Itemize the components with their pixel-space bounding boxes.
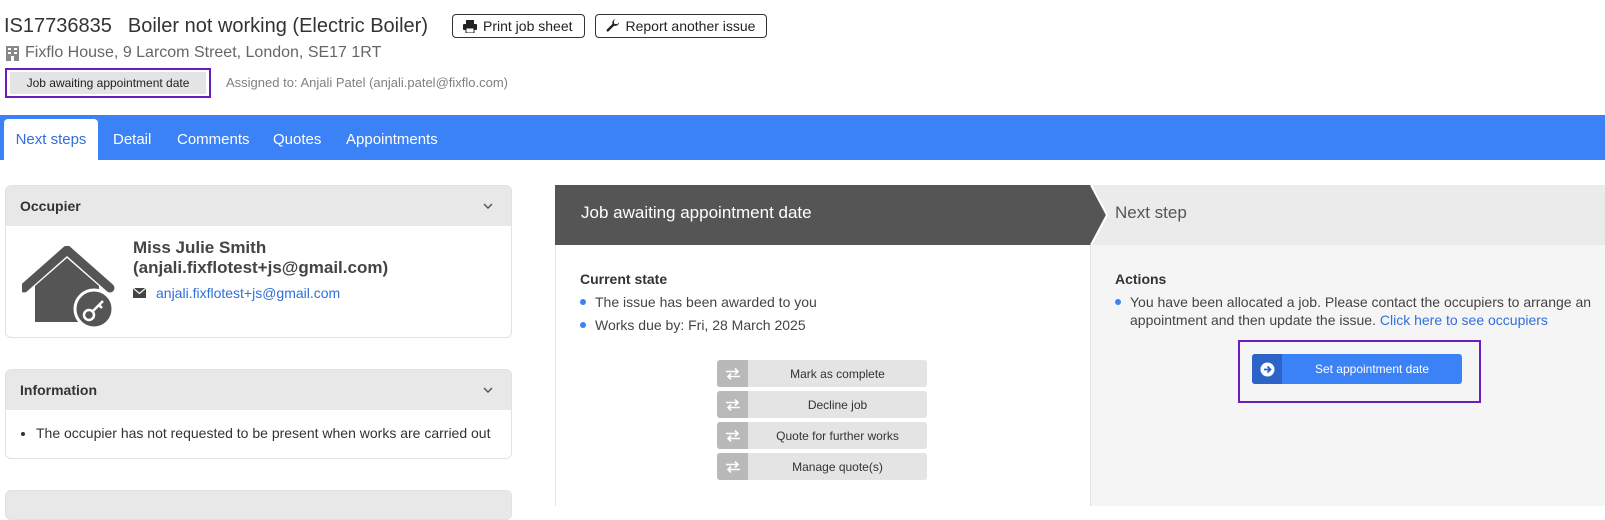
- information-card-header[interactable]: Information: [6, 370, 511, 410]
- actions-list: You have been allocated a job. Please co…: [1115, 293, 1597, 334]
- occupier-email-row: anjali.fixflotest+js@gmail.com: [133, 285, 340, 301]
- tab-next-steps[interactable]: Next steps: [4, 119, 98, 160]
- tab-bar: Next steps Detail Comments Quotes Appoin…: [0, 115, 1605, 160]
- current-state-item: Works due by: Fri, 28 March 2025: [580, 316, 817, 334]
- status-badge: Job awaiting appointment date: [10, 72, 206, 94]
- job-id: IS17736835: [4, 14, 112, 37]
- information-title: Information: [20, 382, 97, 398]
- occupier-name: Miss Julie Smith (anjali.fixflotest+js@g…: [133, 238, 388, 278]
- workflow-panel: Job awaiting appointment date Next step …: [555, 185, 1605, 506]
- swap-arrows-icon: [717, 453, 748, 480]
- swap-arrows-icon: [717, 391, 748, 418]
- current-state-text: Works due by: Fri, 28 March 2025: [595, 317, 806, 333]
- address-text: Fixflo House, 9 Larcom Street, London, S…: [25, 44, 382, 61]
- report-another-issue-label: Report another issue: [625, 18, 756, 34]
- quote-for-further-works-button[interactable]: Quote for further works: [717, 422, 927, 449]
- actions-title: Actions: [1115, 271, 1167, 287]
- action-button-group: Mark as complete Decline job Quote for f…: [717, 360, 927, 484]
- occupier-card: Occupier Miss Julie Smith (anjali.fixflo…: [5, 185, 512, 338]
- set-appointment-date-button[interactable]: Set appointment date: [1252, 354, 1462, 384]
- house-key-icon: [22, 246, 115, 328]
- mark-as-complete-label: Mark as complete: [790, 366, 885, 381]
- report-another-issue-button[interactable]: Report another issue: [594, 14, 768, 38]
- status-highlight: Job awaiting appointment date: [5, 68, 211, 98]
- job-title-row: IS17736835 Boiler not working (Electric …: [4, 12, 768, 40]
- swap-arrows-icon: [717, 360, 748, 387]
- information-card: Information The occupier has not request…: [5, 369, 512, 459]
- set-appointment-date-label: Set appointment date: [1314, 362, 1430, 376]
- occupier-body: Miss Julie Smith (anjali.fixflotest+js@g…: [6, 226, 511, 337]
- manage-quotes-button[interactable]: Manage quote(s): [717, 453, 927, 480]
- information-body: The occupier has not requested to be pre…: [6, 410, 511, 441]
- current-state-list: The issue has been awarded to you Works …: [580, 293, 817, 339]
- arrow-circle-right-icon: [1252, 354, 1282, 384]
- occupier-card-header[interactable]: Occupier: [6, 186, 511, 226]
- occupier-email-link[interactable]: anjali.fixflotest+js@gmail.com: [156, 285, 340, 301]
- tab-appointments[interactable]: Appointments: [346, 119, 438, 160]
- information-item: The occupier has not requested to be pre…: [36, 425, 511, 441]
- current-state-item: The issue has been awarded to you: [580, 293, 817, 311]
- envelope-icon: [133, 288, 146, 298]
- tab-quotes[interactable]: Quotes: [273, 119, 321, 160]
- print-job-sheet-button[interactable]: Print job sheet: [452, 14, 585, 38]
- swap-arrows-icon: [717, 422, 748, 449]
- see-occupiers-link[interactable]: Click here to see occupiers: [1380, 312, 1548, 328]
- information-list: The occupier has not requested to be pre…: [18, 425, 511, 441]
- quote-for-further-works-label: Quote for further works: [776, 428, 899, 443]
- occupier-name-line2: (anjali.fixflotest+js@gmail.com): [133, 258, 389, 277]
- decline-job-button[interactable]: Decline job: [717, 391, 927, 418]
- current-state-text: The issue has been awarded to you: [595, 294, 817, 310]
- job-header: IS17736835 Boiler not working (Electric …: [0, 0, 1605, 115]
- building-icon: [6, 45, 19, 61]
- chevron-down-icon: [483, 387, 493, 393]
- assigned-to: Assigned to: Anjali Patel (anjali.patel@…: [226, 75, 509, 90]
- job-title: Boiler not working (Electric Boiler): [127, 14, 428, 37]
- next-step-heading: Next step: [1115, 203, 1187, 222]
- bullet-dot: [580, 299, 586, 305]
- bullet-dot: [1115, 299, 1121, 305]
- tab-comments[interactable]: Comments: [177, 119, 250, 160]
- manage-quotes-label: Manage quote(s): [792, 459, 883, 474]
- chevron-down-icon: [483, 203, 493, 209]
- actions-item: You have been allocated a job. Please co…: [1115, 293, 1597, 329]
- wrench-icon: [606, 19, 619, 32]
- actions-text-wrap: You have been allocated a job. Please co…: [1130, 293, 1597, 329]
- current-status-heading: Job awaiting appointment date: [581, 203, 812, 222]
- set-appointment-highlight: Set appointment date: [1238, 340, 1481, 403]
- property-address: Fixflo House, 9 Larcom Street, London, S…: [6, 44, 381, 62]
- decline-job-label: Decline job: [807, 397, 868, 412]
- occupier-title: Occupier: [20, 198, 81, 214]
- mark-as-complete-button[interactable]: Mark as complete: [717, 360, 927, 387]
- tab-detail[interactable]: Detail: [113, 119, 151, 160]
- printer-icon: [463, 19, 477, 33]
- collapsed-card: [5, 490, 512, 520]
- occupier-name-line1: Miss Julie Smith: [133, 238, 267, 257]
- current-state-title: Current state: [580, 271, 668, 287]
- bullet-dot: [580, 322, 586, 328]
- print-job-sheet-label: Print job sheet: [483, 18, 573, 34]
